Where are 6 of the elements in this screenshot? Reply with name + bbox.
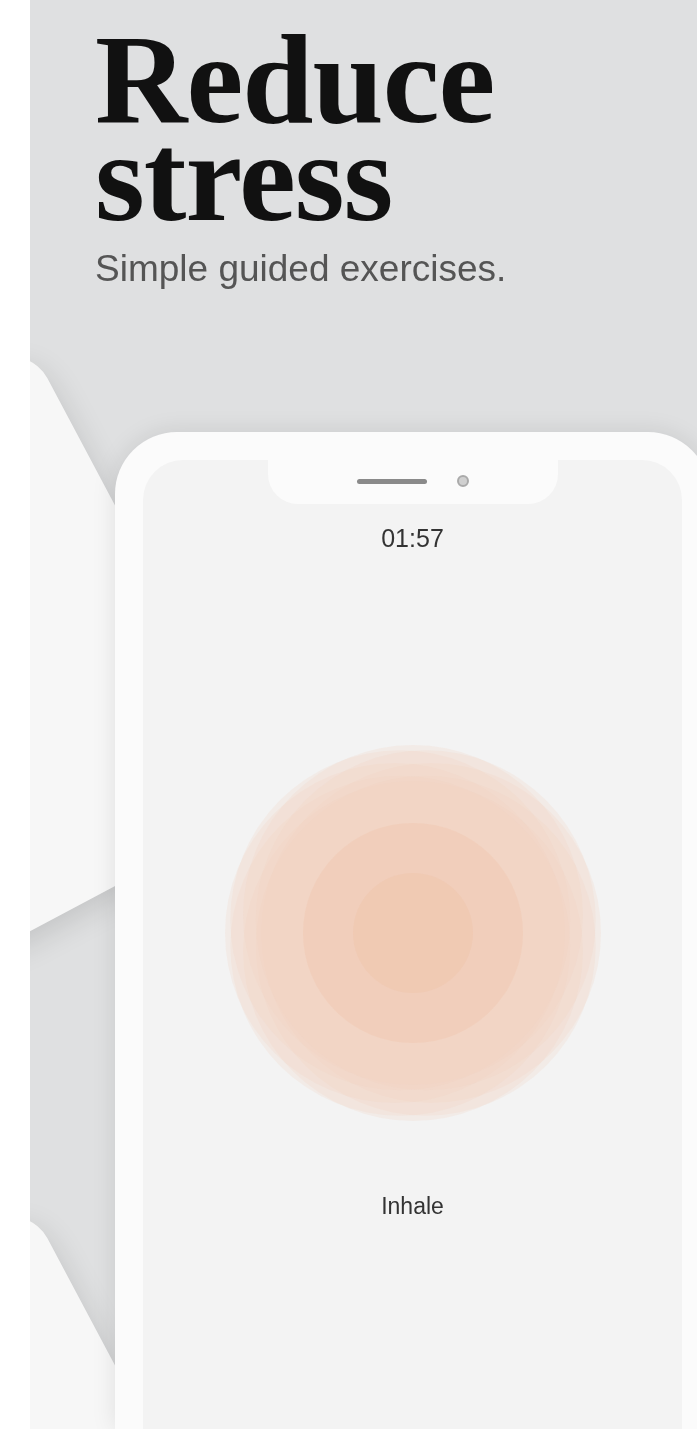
breath-phase-label: Inhale xyxy=(381,1193,444,1220)
headline: Reduce stress xyxy=(95,30,496,226)
speaker-icon xyxy=(356,478,427,484)
camera-icon xyxy=(456,475,469,487)
timer: 01:57 xyxy=(381,524,444,553)
subtitle: Simple guided exercises. xyxy=(95,248,508,290)
